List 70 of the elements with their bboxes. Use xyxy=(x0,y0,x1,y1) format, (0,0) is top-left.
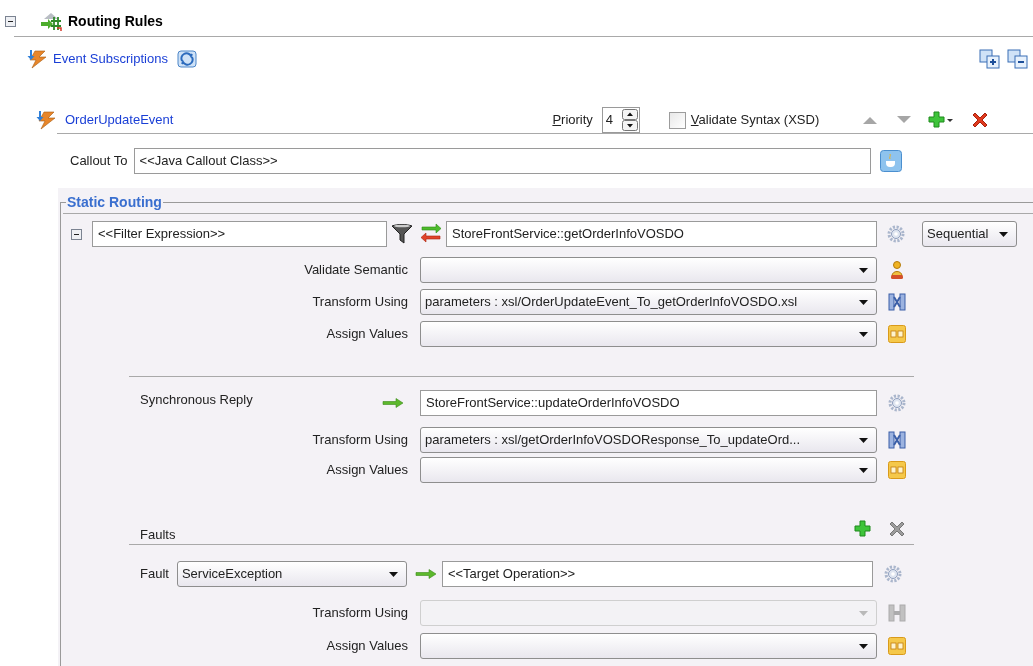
assign-icon[interactable] xyxy=(888,637,906,655)
field-label: Assign Values xyxy=(325,637,408,656)
group-title: Static Routing xyxy=(66,193,163,212)
plus-icon[interactable] xyxy=(928,111,955,129)
caret-icon xyxy=(999,231,1008,237)
caret-icon xyxy=(859,331,868,337)
lightning-icon xyxy=(26,49,48,69)
up-arrow-icon[interactable] xyxy=(862,115,879,125)
arrow-grid-icon xyxy=(40,11,62,31)
field-label: Validate Semantic xyxy=(303,261,408,280)
field-label: Transform Using xyxy=(311,604,408,623)
assign-icon[interactable] xyxy=(888,325,906,343)
refresh-icon[interactable] xyxy=(176,49,197,69)
text-field[interactable]: StoreFrontService::updateOrderInfoVOSDO xyxy=(420,390,877,416)
gear-icon[interactable] xyxy=(887,225,905,243)
dropdown[interactable]: Sequential xyxy=(922,221,1017,247)
field-label: Fault xyxy=(140,565,169,584)
caret-icon xyxy=(859,643,868,649)
field-label: Transform Using xyxy=(311,431,408,450)
checkbox-label: Validate Syntax (XSD) xyxy=(690,111,820,130)
field-label: Assign Values xyxy=(325,461,408,480)
field-label: Synchronous Reply xyxy=(140,391,253,410)
dropdown[interactable]: ServiceException xyxy=(176,561,407,587)
caret-icon xyxy=(859,610,868,616)
collapse-icon[interactable] xyxy=(71,228,82,240)
dropdown[interactable]: parameters : xsl/OrderUpdateEvent_To_getOrderInfoVOSDO.xsl xyxy=(420,289,877,315)
dropdown[interactable] xyxy=(420,257,877,283)
dropdown[interactable] xyxy=(420,457,877,483)
field-label: Assign Values xyxy=(325,325,408,344)
caret-icon xyxy=(859,467,868,473)
caret-icon xyxy=(388,571,398,577)
delete-icon[interactable] xyxy=(971,111,990,129)
plus-icon[interactable] xyxy=(854,520,872,538)
field-label: Callout To xyxy=(70,152,128,171)
checkbox[interactable] xyxy=(668,111,686,129)
gear-icon[interactable] xyxy=(888,394,906,412)
caret-icon xyxy=(859,437,868,443)
section-title: Routing Rules xyxy=(68,11,163,31)
subscriptions-link[interactable]: Event Subscriptions xyxy=(53,49,168,69)
minus-squares-icon[interactable] xyxy=(1007,49,1029,69)
collapse-icon[interactable] xyxy=(5,15,16,27)
caret-icon xyxy=(859,299,868,305)
arrow-icon xyxy=(382,398,404,408)
filter-icon[interactable] xyxy=(391,223,413,245)
text-field[interactable]: StoreFrontService::getOrderInfoVOSDO xyxy=(446,221,877,247)
gear-icon[interactable] xyxy=(883,565,902,583)
plus-squares-icon[interactable] xyxy=(979,49,1001,69)
text-field[interactable]: <<Java Callout Class>> xyxy=(133,148,871,174)
person-icon[interactable] xyxy=(888,260,906,280)
priority-label: Priority xyxy=(552,111,593,130)
spin-buttons-icon[interactable] xyxy=(621,109,638,131)
text-field[interactable]: <<Filter Expression>> xyxy=(92,221,387,247)
swap-arrows-icon[interactable] xyxy=(420,223,442,245)
assign-icon[interactable] xyxy=(888,461,906,479)
dropdown[interactable]: parameters : xsl/getOrderInfoVOSDOResponse_To_updateOrd... xyxy=(420,427,877,453)
text-field[interactable]: <<Target Operation>> xyxy=(441,561,873,587)
mapper-icon[interactable] xyxy=(888,293,906,311)
event-link[interactable]: OrderUpdateEvent xyxy=(65,110,174,130)
down-arrow-icon[interactable] xyxy=(896,115,913,125)
arrow-icon xyxy=(414,569,437,579)
dropdown[interactable] xyxy=(420,633,877,659)
priority-spinner[interactable]: 4 xyxy=(601,107,640,133)
section-title: Faults xyxy=(140,525,176,544)
cup-button-icon[interactable] xyxy=(879,150,902,172)
field-label: Transform Using xyxy=(311,293,408,312)
caret-icon xyxy=(859,267,868,273)
mapper-icon[interactable] xyxy=(888,431,906,449)
lightning-icon xyxy=(35,110,57,130)
dropdown[interactable] xyxy=(420,321,877,347)
delete-icon[interactable] xyxy=(888,520,906,538)
